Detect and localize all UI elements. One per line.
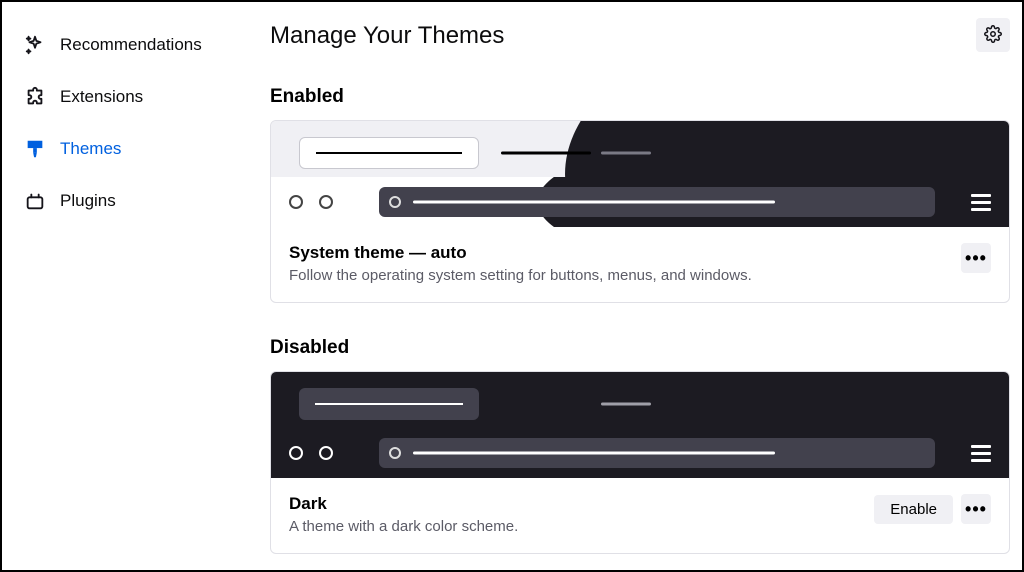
theme-description: A theme with a dark color scheme. <box>289 518 862 535</box>
theme-name: System theme — auto <box>289 243 949 263</box>
theme-info: System theme — auto Follow the operating… <box>271 227 1009 302</box>
theme-info: Dark A theme with a dark color scheme. E… <box>271 478 1009 553</box>
section-disabled-heading: Disabled <box>270 337 1010 359</box>
main-content: Manage Your Themes Enabled <box>230 2 1022 570</box>
theme-more-button[interactable]: ••• <box>961 494 991 524</box>
sidebar-item-label: Recommendations <box>60 35 202 55</box>
header-row: Manage Your Themes <box>270 18 1010 52</box>
paintbrush-icon <box>24 138 46 160</box>
sidebar: Recommendations Extensions Themes Plugin… <box>2 2 230 570</box>
page-title: Manage Your Themes <box>270 22 504 50</box>
section-enabled-heading: Enabled <box>270 86 1010 108</box>
sidebar-item-themes[interactable]: Themes <box>14 124 218 174</box>
theme-preview-system[interactable] <box>271 121 1009 227</box>
plugin-icon <box>24 190 46 212</box>
settings-button[interactable] <box>976 18 1010 52</box>
enable-button[interactable]: Enable <box>874 495 953 524</box>
puzzle-icon <box>24 86 46 108</box>
sidebar-item-label: Extensions <box>60 87 143 107</box>
gear-icon <box>984 25 1002 46</box>
theme-card-dark: Dark A theme with a dark color scheme. E… <box>270 371 1010 554</box>
theme-more-button[interactable]: ••• <box>961 243 991 273</box>
sidebar-item-label: Themes <box>60 139 121 159</box>
theme-card-system: System theme — auto Follow the operating… <box>270 120 1010 303</box>
theme-preview-dark[interactable] <box>271 372 1009 478</box>
sparkle-icon <box>24 34 46 56</box>
theme-name: Dark <box>289 494 862 514</box>
sidebar-item-extensions[interactable]: Extensions <box>14 72 218 122</box>
theme-description: Follow the operating system setting for … <box>289 267 949 284</box>
sidebar-item-label: Plugins <box>60 191 116 211</box>
sidebar-item-plugins[interactable]: Plugins <box>14 176 218 226</box>
sidebar-item-recommendations[interactable]: Recommendations <box>14 20 218 70</box>
